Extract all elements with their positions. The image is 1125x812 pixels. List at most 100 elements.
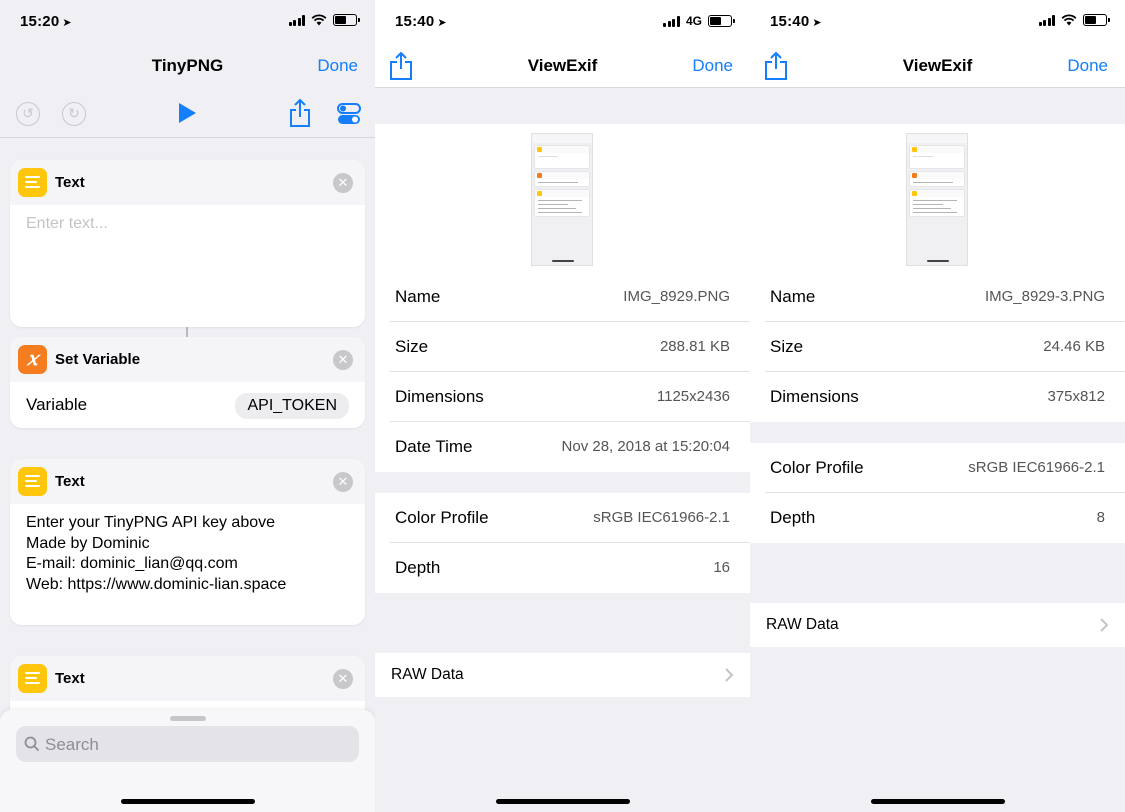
actions-sheet: Search — [0, 710, 375, 812]
image-thumbnail[interactable] — [531, 133, 593, 266]
exif-screen-left: 15:40 ➤ 4G ViewExif Done Name IMG_8929.PNG… — [375, 0, 750, 812]
exif-info-list: Name IMG_8929-3.PNG Size 24.46 KB Dimensio… — [750, 272, 1125, 422]
sheet-grabber[interactable] — [170, 716, 206, 721]
close-icon[interactable]: ✕ — [333, 173, 353, 193]
exif-info-list: Name IMG_8929.PNG Size 288.81 KB Dimension… — [375, 272, 750, 472]
done-button[interactable]: Done — [317, 56, 358, 76]
search-icon — [24, 736, 40, 752]
wifi-icon — [311, 14, 327, 26]
list-item: Size 24.46 KB — [750, 322, 1125, 372]
chevron-right-icon — [1100, 618, 1109, 632]
row-label: Name — [395, 287, 441, 306]
set-variable-card[interactable]: 𝑥 Set Variable ✕ Variable API_TOKEN — [10, 337, 365, 428]
image-thumbnail[interactable] — [906, 133, 968, 266]
row-label: Depth — [770, 508, 816, 527]
card-title: Text — [55, 670, 85, 687]
row-label: Size — [395, 337, 429, 356]
location-icon: ➤ — [437, 17, 447, 29]
network-type: 4G — [685, 14, 702, 28]
image-preview-block — [375, 124, 750, 272]
share-icon[interactable] — [288, 98, 312, 128]
row-value: IMG_8929.PNG — [623, 288, 730, 305]
raw-data-row[interactable]: RAW Data — [375, 653, 750, 697]
location-icon: ➤ — [812, 17, 822, 29]
row-label: Size — [770, 337, 804, 356]
status-time: 15:40 — [770, 13, 810, 30]
list-item: Color Profile sRGB IEC61966-2.1 — [750, 443, 1125, 493]
cellular-signal-icon — [288, 14, 305, 26]
row-value: 1125x2436 — [656, 388, 730, 405]
row-value: 16 — [713, 559, 730, 576]
text-icon — [18, 664, 47, 693]
text-input[interactable]: Enter text... — [10, 205, 365, 244]
list-item: Dimensions 1125x2436 — [375, 372, 750, 422]
redo-icon[interactable]: ↻ — [62, 102, 86, 126]
image-preview-block — [750, 124, 1125, 272]
text-action-card[interactable]: Text ✕ Enter text... — [10, 160, 365, 327]
list-item: Date Time Nov 28, 2018 at 15:20:04 — [375, 422, 750, 472]
nav-bar: TinyPNG Done — [0, 44, 375, 88]
row-label: Depth — [395, 558, 441, 577]
close-icon[interactable]: ✕ — [333, 350, 353, 370]
list-item: Color Profile sRGB IEC61966-2.1 — [375, 493, 750, 543]
row-label: Color Profile — [395, 508, 489, 527]
text-icon — [18, 467, 47, 496]
settings-toggle-icon[interactable] — [337, 102, 361, 126]
text-line: Enter your TinyPNG API key above — [26, 514, 276, 531]
chevron-right-icon — [725, 668, 734, 682]
row-value: sRGB IEC61966-2.1 — [593, 509, 730, 526]
exif-screen-right: 15:40 ➤ ViewExif Done Name IMG_8929-3.PNG … — [750, 0, 1125, 812]
cellular-signal-icon — [663, 15, 680, 27]
list-item: Dimensions 375x812 — [750, 372, 1125, 422]
variable-label: Variable — [26, 395, 88, 414]
row-label: Color Profile — [770, 458, 864, 477]
row-value: 24.46 KB — [1043, 338, 1105, 355]
card-title: Text — [55, 174, 85, 191]
list-item: Name IMG_8929.PNG — [375, 272, 750, 322]
search-placeholder: Search — [45, 735, 99, 754]
text-line: Web: https://www.dominic-lian.space — [26, 575, 287, 593]
cellular-signal-icon — [1038, 14, 1055, 26]
nav-bar: ViewExif Done — [750, 44, 1125, 88]
row-value: Nov 28, 2018 at 15:20:04 — [561, 438, 730, 455]
row-value: 375x812 — [1047, 388, 1105, 405]
raw-data-label: RAW Data — [391, 666, 464, 683]
status-time: 15:40 — [395, 13, 435, 30]
undo-icon[interactable]: ↺ — [16, 102, 40, 126]
list-item: Depth 16 — [375, 543, 750, 593]
variable-name-pill[interactable]: API_TOKEN — [235, 393, 349, 419]
battery-icon — [708, 15, 735, 27]
home-indicator — [121, 799, 255, 804]
row-label: Date Time — [395, 437, 473, 456]
editor-toolbar: ↺ ↻ — [0, 88, 375, 138]
variable-icon: 𝑥 — [18, 345, 47, 374]
wifi-icon — [1061, 14, 1077, 26]
text-action-card[interactable]: Text ✕ Enter your TinyPNG API key above … — [10, 459, 365, 625]
connector-line — [186, 327, 188, 337]
status-time: 15:20 — [20, 13, 60, 30]
list-item: Depth 8 — [750, 493, 1125, 543]
location-icon: ➤ — [62, 17, 72, 29]
text-line: Made by Dominic — [26, 534, 150, 552]
raw-data-label: RAW Data — [766, 616, 839, 633]
list-item: Name IMG_8929-3.PNG — [750, 272, 1125, 322]
raw-data-row[interactable]: RAW Data — [750, 603, 1125, 647]
status-bar: 15:40 ➤ 4G — [375, 0, 750, 44]
home-indicator — [871, 799, 1005, 804]
close-icon[interactable]: ✕ — [333, 669, 353, 689]
exif-color-list: Color Profile sRGB IEC61966-2.1 Depth 16 — [375, 493, 750, 593]
row-value: IMG_8929-3.PNG — [984, 288, 1105, 305]
done-button[interactable]: Done — [692, 56, 733, 76]
row-label: Dimensions — [770, 387, 859, 406]
text-input[interactable]: Enter your TinyPNG API key above Made by… — [10, 504, 365, 604]
status-bar: 15:40 ➤ — [750, 0, 1125, 44]
done-button[interactable]: Done — [1067, 56, 1108, 76]
home-indicator — [496, 799, 630, 804]
list-item: Size 288.81 KB — [375, 322, 750, 372]
shortcut-editor-screen: 15:20 ➤ TinyPNG Done ↺ ↻ Text ✕ Enter tex… — [0, 0, 375, 812]
row-value: 8 — [1096, 509, 1105, 526]
search-input[interactable]: Search — [16, 726, 359, 762]
close-icon[interactable]: ✕ — [333, 472, 353, 492]
play-icon[interactable] — [176, 102, 198, 124]
nav-bar: ViewExif Done — [375, 44, 750, 88]
